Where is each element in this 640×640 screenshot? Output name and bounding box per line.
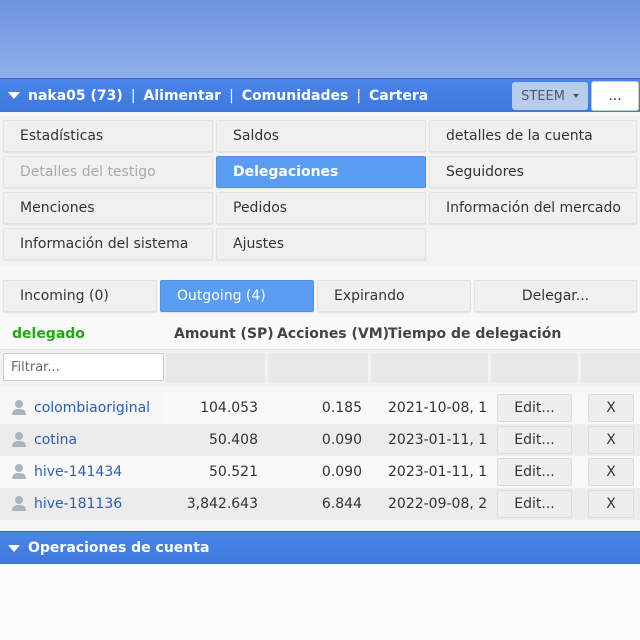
remove-button[interactable]: X [588, 458, 634, 486]
collapse-caret-icon[interactable] [8, 92, 20, 99]
column-header-delegatee[interactable]: delegado [12, 326, 85, 342]
remove-button[interactable]: X [588, 394, 634, 422]
amount-value: 50.521 [209, 464, 258, 480]
delegations-table-header: delegado Amount (SP) Acciones (VM) Tiemp… [0, 318, 640, 350]
user-icon [12, 400, 26, 416]
delegatee-link[interactable]: colombiaoriginal [34, 400, 150, 416]
edit-button[interactable]: Edit... [497, 426, 572, 454]
menu-item-settings[interactable]: Ajustes [216, 228, 426, 260]
account-header-bar: naka05 (73) | Alimentar | Comunidades | … [0, 78, 640, 112]
menu-item-system-info[interactable]: Información del sistema [3, 228, 213, 260]
currency-select[interactable]: STEEM [512, 82, 588, 110]
nav-link-communities[interactable]: Comunidades [242, 88, 349, 104]
user-icon [12, 432, 26, 448]
more-options-button[interactable]: ... [591, 81, 639, 111]
remove-button[interactable]: X [588, 490, 634, 518]
menu-item-stats[interactable]: Estadísticas [3, 120, 213, 152]
menu-item-market-info[interactable]: Información del mercado [429, 192, 637, 224]
remove-button[interactable]: X [588, 426, 634, 454]
bottom-background [0, 565, 640, 640]
account-name-link[interactable]: naka05 (73) [28, 88, 123, 104]
delegation-date: 2021-10-08, 15: [388, 400, 488, 416]
filter-row [0, 350, 640, 386]
tab-expiring[interactable]: Expirando [317, 280, 471, 312]
tab-outgoing[interactable]: Outgoing (4) [160, 280, 314, 312]
vests-value: 0.090 [321, 432, 362, 448]
delegation-date: 2023-01-11, 16: [388, 464, 488, 480]
column-header-amount[interactable]: Amount (SP) [174, 326, 274, 342]
delegatee-link[interactable]: hive-181136 [34, 496, 122, 512]
nav-link-wallet[interactable]: Cartera [369, 88, 428, 104]
table-row: hive-181136 3,842.643 6.844 2022-09-08, … [0, 488, 640, 520]
currency-select-value: STEEM [521, 88, 565, 104]
menu-item-orders[interactable]: Pedidos [216, 192, 426, 224]
table-row: cotina 50.408 0.090 2023-01-11, 16: Edit… [0, 424, 640, 456]
account-operations-label: Operaciones de cuenta [28, 540, 210, 556]
filter-cell [581, 353, 640, 383]
top-background [0, 0, 640, 78]
tab-incoming[interactable]: Incoming (0) [3, 280, 157, 312]
delegation-date: 2023-01-11, 16: [388, 432, 488, 448]
filter-cell [166, 353, 265, 383]
chevron-down-icon [572, 94, 579, 98]
delegatee-link[interactable]: cotina [34, 432, 77, 448]
filter-cell [268, 353, 368, 383]
menu-item-delegations[interactable]: Delegaciones [216, 156, 426, 188]
menu-item-followers[interactable]: Seguidores [429, 156, 637, 188]
amount-value: 3,842.643 [186, 496, 258, 512]
menu-item-mentions[interactable]: Menciones [3, 192, 213, 224]
amount-value: 104.053 [200, 400, 258, 416]
vests-value: 0.185 [321, 400, 362, 416]
nav-separator: | [356, 87, 362, 104]
filter-input[interactable] [3, 353, 164, 381]
delegate-button[interactable]: Delegar... [474, 280, 637, 312]
vests-value: 0.090 [321, 464, 362, 480]
nav-separator: | [130, 87, 136, 104]
column-header-delegation-time[interactable]: Tiempo de delegación [388, 326, 561, 342]
edit-button[interactable]: Edit... [497, 490, 572, 518]
table-row: colombiaoriginal 104.053 0.185 2021-10-0… [0, 392, 640, 424]
collapse-caret-icon[interactable] [8, 544, 20, 552]
filter-cell [371, 353, 488, 383]
vests-value: 6.844 [321, 496, 362, 512]
delegatee-link[interactable]: hive-141434 [34, 464, 122, 480]
delegation-date: 2022-09-08, 23: [388, 496, 488, 512]
menu-item-account-details[interactable]: detalles de la cuenta [429, 120, 637, 152]
nav-separator: | [229, 87, 234, 104]
amount-value: 50.408 [209, 432, 258, 448]
account-operations-bar[interactable]: Operaciones de cuenta [0, 531, 640, 564]
edit-button[interactable]: Edit... [497, 394, 572, 422]
menu-item-witness-details: Detalles del testigo [3, 156, 213, 188]
user-icon [12, 464, 26, 480]
menu-item-balances[interactable]: Saldos [216, 120, 426, 152]
nav-link-feed[interactable]: Alimentar [144, 88, 222, 104]
filter-cell [491, 353, 578, 383]
table-row: hive-141434 50.521 0.090 2023-01-11, 16:… [0, 456, 640, 488]
user-icon [12, 496, 26, 512]
account-menu-grid: Estadísticas Saldos detalles de la cuent… [0, 116, 640, 266]
column-header-vests[interactable]: Acciones (VM) [277, 326, 389, 342]
edit-button[interactable]: Edit... [497, 458, 572, 486]
